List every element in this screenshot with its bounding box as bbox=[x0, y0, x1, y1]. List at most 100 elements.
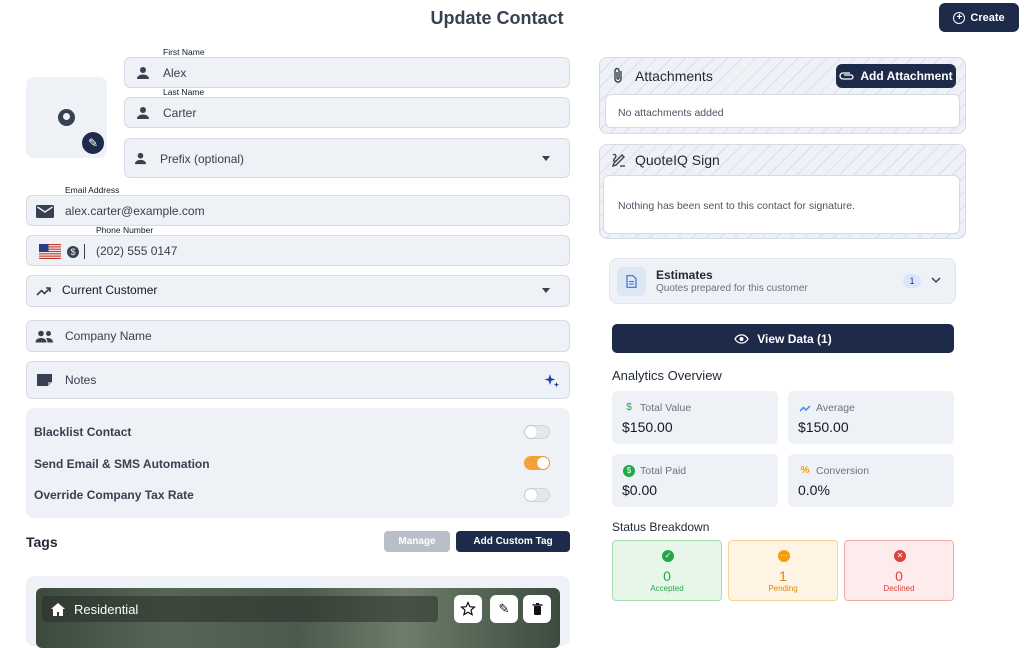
customer-status-value: Current Customer bbox=[62, 283, 158, 297]
email-label: Email Address bbox=[65, 185, 120, 195]
accepted-count: 0 bbox=[663, 568, 671, 584]
attachments-list: No attachments added bbox=[605, 94, 960, 128]
estimates-title: Estimates bbox=[656, 268, 713, 282]
notes-field[interactable]: Notes bbox=[26, 361, 570, 399]
trending-up-icon bbox=[36, 287, 51, 296]
last-name-value: Carter bbox=[163, 106, 197, 120]
customer-status-select[interactable]: Current Customer bbox=[26, 275, 570, 307]
conversion-amount: 0.0% bbox=[798, 482, 830, 498]
home-icon bbox=[51, 602, 65, 616]
average-amount: $150.00 bbox=[798, 419, 849, 435]
total-paid-amount: $0.00 bbox=[622, 482, 658, 498]
last-name-field[interactable]: Last Name Carter bbox=[124, 87, 570, 128]
favorite-tag-button[interactable] bbox=[454, 595, 482, 623]
signature-empty-text: Nothing has been sent to this contact fo… bbox=[618, 200, 855, 212]
create-button[interactable]: + Create bbox=[939, 3, 1019, 32]
paperclip-icon bbox=[614, 67, 622, 83]
add-attachment-button[interactable]: Add Attachment bbox=[836, 64, 956, 88]
attach-icon bbox=[839, 72, 855, 80]
add-custom-tag-button[interactable]: Add Custom Tag bbox=[456, 531, 570, 552]
pending-count: 1 bbox=[779, 568, 787, 584]
chevron-down-icon bbox=[542, 156, 550, 161]
signature-list: Nothing has been sent to this contact fo… bbox=[603, 175, 960, 234]
chevron-down-icon[interactable] bbox=[931, 277, 941, 284]
manage-tags-button[interactable]: Manage bbox=[384, 531, 450, 552]
dollar-circle-icon[interactable]: $ bbox=[67, 246, 79, 258]
first-name-label: First Name bbox=[163, 47, 205, 57]
phone-field[interactable]: Phone Number $ (202) 555 0147 bbox=[26, 225, 570, 266]
dollar-icon: $ bbox=[626, 402, 632, 413]
edit-avatar-icon[interactable]: ✎ bbox=[82, 132, 104, 154]
trending-up-icon bbox=[799, 405, 811, 412]
prefix-select[interactable]: Prefix (optional) bbox=[124, 138, 570, 178]
analytics-title: Analytics Overview bbox=[612, 368, 722, 383]
chevron-down-icon bbox=[542, 288, 550, 293]
person-icon bbox=[134, 152, 147, 165]
first-name-value: Alex bbox=[163, 66, 187, 80]
total-paid-card: $ Total Paid $0.00 bbox=[612, 454, 778, 507]
mail-icon bbox=[36, 205, 54, 218]
pencil-icon: ✎ bbox=[498, 601, 510, 616]
tag-name: Residential bbox=[74, 601, 139, 617]
tags-heading: Tags bbox=[26, 534, 58, 550]
email-field[interactable]: Email Address alex.carter@example.com bbox=[26, 185, 570, 226]
pending-dots-icon: ··· bbox=[778, 550, 790, 562]
create-label: Create bbox=[970, 11, 1005, 24]
estimates-subtitle: Quotes prepared for this customer bbox=[656, 283, 808, 294]
average-card: Average $150.00 bbox=[788, 391, 954, 444]
phone-label: Phone Number bbox=[96, 225, 154, 235]
user-circle-icon bbox=[58, 109, 75, 126]
first-name-field[interactable]: First Name Alex bbox=[124, 47, 570, 88]
automation-label: Send Email & SMS Automation bbox=[34, 457, 210, 471]
total-paid-label: Total Paid bbox=[640, 465, 687, 477]
declined-status: ✕ 0 Declined bbox=[844, 540, 954, 601]
quoteiq-sign-title: QuoteIQ Sign bbox=[635, 152, 720, 168]
people-icon bbox=[35, 330, 53, 343]
view-data-button[interactable]: View Data (1) bbox=[612, 324, 954, 353]
total-value-amount: $150.00 bbox=[622, 419, 673, 435]
plus-circle-icon: + bbox=[953, 11, 966, 24]
trash-icon bbox=[532, 603, 542, 615]
automation-toggle[interactable] bbox=[524, 456, 550, 470]
star-icon bbox=[460, 601, 476, 616]
total-value-card: $ Total Value $150.00 bbox=[612, 391, 778, 444]
estimate-doc-icon bbox=[617, 267, 646, 296]
phone-divider bbox=[84, 244, 85, 259]
tax-rate-label: Override Company Tax Rate bbox=[34, 488, 194, 502]
signature-icon bbox=[611, 153, 625, 168]
page-title: Update Contact bbox=[430, 8, 564, 28]
declined-count: 0 bbox=[895, 568, 903, 584]
attachments-empty-text: No attachments added bbox=[618, 107, 724, 119]
tag-label-residential[interactable]: Residential bbox=[42, 596, 438, 622]
company-placeholder: Company Name bbox=[65, 329, 152, 343]
person-icon bbox=[137, 107, 149, 119]
tax-rate-toggle[interactable] bbox=[524, 488, 550, 502]
us-flag-icon[interactable] bbox=[39, 244, 61, 259]
paid-icon: $ bbox=[623, 465, 635, 477]
delete-tag-button[interactable] bbox=[523, 595, 551, 623]
company-field[interactable]: Company Name bbox=[26, 320, 570, 352]
eye-icon bbox=[734, 333, 749, 344]
pending-status: ··· 1 Pending bbox=[728, 540, 838, 601]
last-name-label: Last Name bbox=[163, 87, 205, 97]
note-icon bbox=[37, 374, 52, 386]
pending-label: Pending bbox=[768, 584, 798, 593]
average-label: Average bbox=[816, 402, 855, 414]
blacklist-contact-label: Blacklist Contact bbox=[34, 425, 132, 439]
total-value-label: Total Value bbox=[640, 402, 692, 414]
estimates-count-badge: 1 bbox=[903, 274, 921, 288]
email-value: alex.carter@example.com bbox=[65, 204, 205, 218]
conversion-label: Conversion bbox=[816, 465, 870, 477]
view-data-label: View Data (1) bbox=[757, 331, 832, 346]
person-icon bbox=[137, 67, 149, 79]
edit-tag-button[interactable]: ✎ bbox=[490, 595, 518, 623]
check-circle-icon: ✓ bbox=[662, 550, 674, 562]
accepted-label: Accepted bbox=[650, 584, 684, 593]
percent-icon: % bbox=[800, 465, 810, 476]
blacklist-contact-toggle[interactable] bbox=[524, 425, 550, 439]
status-breakdown-title: Status Breakdown bbox=[612, 520, 710, 534]
accepted-status: ✓ 0 Accepted bbox=[612, 540, 722, 601]
conversion-card: % Conversion 0.0% bbox=[788, 454, 954, 507]
attachments-title: Attachments bbox=[635, 68, 713, 84]
sparkle-icon[interactable] bbox=[544, 373, 560, 389]
